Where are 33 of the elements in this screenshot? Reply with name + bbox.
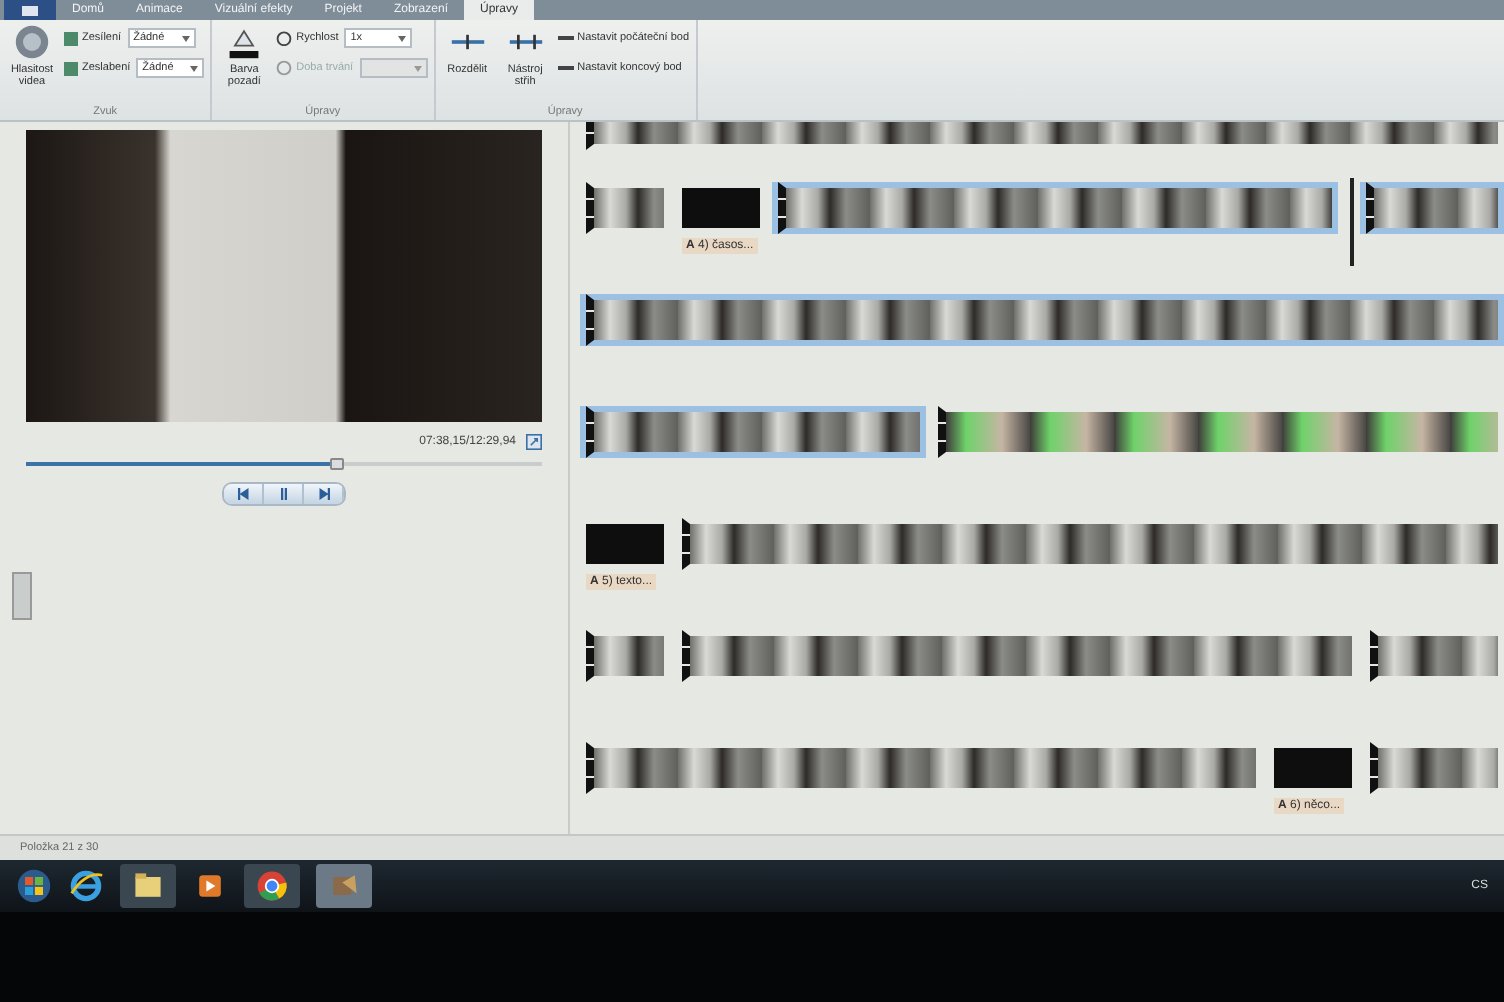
seek-thumb[interactable] xyxy=(329,458,344,470)
video-clip-thumbnails[interactable] xyxy=(586,294,1504,346)
pause-icon xyxy=(275,488,291,500)
video-clip-thumbnails[interactable] xyxy=(1370,742,1504,794)
title-clip[interactable] xyxy=(586,518,670,570)
folder-icon[interactable] xyxy=(120,864,176,908)
caret-icon xyxy=(190,65,199,71)
caret-icon xyxy=(398,35,407,41)
title-clip[interactable] xyxy=(682,182,766,234)
chrome-icon[interactable] xyxy=(244,864,300,908)
start-button-icon[interactable] xyxy=(16,868,52,904)
video-clip-thumbnails[interactable] xyxy=(586,182,670,234)
video-clip-thumbnails[interactable] xyxy=(938,406,1504,458)
video-clip-thumbnails[interactable] xyxy=(586,630,670,682)
next-frame-icon xyxy=(315,488,331,500)
video-clip-thumbnails[interactable] xyxy=(682,630,1358,682)
video-clip-thumbnails[interactable] xyxy=(682,518,1504,570)
caret-icon xyxy=(181,35,190,41)
caret-icon xyxy=(413,65,422,71)
next-frame-button[interactable] xyxy=(304,484,344,504)
video-clip-thumbnails[interactable] xyxy=(1370,630,1504,682)
fullscreen-icon[interactable] xyxy=(526,434,542,450)
pane-resize-handle[interactable] xyxy=(12,572,32,620)
video-clip-thumbnails[interactable] xyxy=(1366,182,1504,234)
title-clip[interactable] xyxy=(1274,742,1358,794)
video-clip-thumbnails[interactable] xyxy=(778,182,1338,234)
pause-button[interactable] xyxy=(264,484,304,504)
file-menu-button[interactable] xyxy=(4,0,56,20)
previous-frame-button[interactable] xyxy=(224,484,264,504)
previous-frame-icon xyxy=(235,488,251,500)
video-clip-thumbnails[interactable] xyxy=(586,406,926,458)
browser-e-icon[interactable] xyxy=(68,868,104,904)
video-clip-thumbnails[interactable] xyxy=(586,742,1262,794)
